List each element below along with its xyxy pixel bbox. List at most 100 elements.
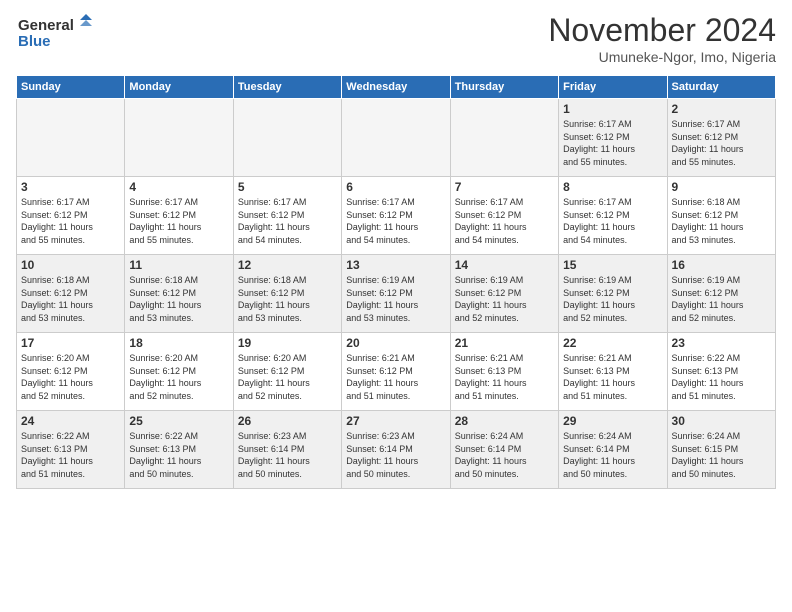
day-detail: Sunrise: 6:17 AM Sunset: 6:12 PM Dayligh… [455, 196, 554, 246]
day-number: 17 [21, 336, 120, 350]
day-number: 30 [672, 414, 771, 428]
calendar-cell: 1 Sunrise: 6:17 AM Sunset: 6:12 PM Daylig… [559, 99, 667, 177]
logo: General Blue [16, 12, 96, 61]
day-detail: Sunrise: 6:17 AM Sunset: 6:12 PM Dayligh… [238, 196, 337, 246]
location: Umuneke-Ngor, Imo, Nigeria [548, 49, 776, 65]
day-number: 10 [21, 258, 120, 272]
day-number: 19 [238, 336, 337, 350]
day-number: 27 [346, 414, 445, 428]
day-detail: Sunrise: 6:20 AM Sunset: 6:12 PM Dayligh… [129, 352, 228, 402]
calendar-cell: 18 Sunrise: 6:20 AM Sunset: 6:12 PM Dayli… [125, 333, 233, 411]
day-number: 5 [238, 180, 337, 194]
calendar-week-row: 24 Sunrise: 6:22 AM Sunset: 6:13 PM Dayli… [17, 411, 776, 489]
calendar-cell: 26 Sunrise: 6:23 AM Sunset: 6:14 PM Dayli… [233, 411, 341, 489]
calendar-cell: 5 Sunrise: 6:17 AM Sunset: 6:12 PM Daylig… [233, 177, 341, 255]
day-number: 26 [238, 414, 337, 428]
day-number: 21 [455, 336, 554, 350]
calendar-week-row: 10 Sunrise: 6:18 AM Sunset: 6:12 PM Dayli… [17, 255, 776, 333]
calendar-cell: 20Sunrise: 6:21 AM Sunset: 6:12 PM Dayli… [342, 333, 450, 411]
day-number: 9 [672, 180, 771, 194]
calendar-week-row: 3 Sunrise: 6:17 AM Sunset: 6:12 PM Daylig… [17, 177, 776, 255]
calendar-cell: 28 Sunrise: 6:24 AM Sunset: 6:14 PM Dayli… [450, 411, 558, 489]
calendar-cell: 24 Sunrise: 6:22 AM Sunset: 6:13 PM Dayli… [17, 411, 125, 489]
day-number: 24 [21, 414, 120, 428]
day-detail: Sunrise: 6:17 AM Sunset: 6:12 PM Dayligh… [563, 196, 662, 246]
day-number: 28 [455, 414, 554, 428]
day-detail: Sunrise: 6:23 AM Sunset: 6:14 PM Dayligh… [238, 430, 337, 480]
calendar-cell: 17Sunrise: 6:20 AM Sunset: 6:12 PM Dayli… [17, 333, 125, 411]
calendar-cell: 9 Sunrise: 6:18 AM Sunset: 6:12 PM Daylig… [667, 177, 775, 255]
month-title: November 2024 [548, 12, 776, 49]
weekday-header: Saturday [667, 76, 775, 99]
day-number: 11 [129, 258, 228, 272]
calendar-cell: 13 Sunrise: 6:19 AM Sunset: 6:12 PM Dayli… [342, 255, 450, 333]
day-detail: Sunrise: 6:24 AM Sunset: 6:15 PM Dayligh… [672, 430, 771, 480]
calendar-container: General Blue November 2024 Umuneke-Ngor,… [0, 0, 792, 497]
day-detail: Sunrise: 6:24 AM Sunset: 6:14 PM Dayligh… [563, 430, 662, 480]
day-number: 23 [672, 336, 771, 350]
calendar-cell: 25Sunrise: 6:22 AM Sunset: 6:13 PM Dayli… [125, 411, 233, 489]
svg-text:General: General [18, 17, 74, 34]
day-detail: Sunrise: 6:19 AM Sunset: 6:12 PM Dayligh… [346, 274, 445, 324]
day-number: 16 [672, 258, 771, 272]
calendar-cell [17, 99, 125, 177]
weekday-header: Monday [125, 76, 233, 99]
weekday-header: Sunday [17, 76, 125, 99]
calendar-cell: 2 Sunrise: 6:17 AM Sunset: 6:12 PM Daylig… [667, 99, 775, 177]
weekday-header-row: SundayMondayTuesdayWednesdayThursdayFrid… [17, 76, 776, 99]
calendar-cell: 7Sunrise: 6:17 AM Sunset: 6:12 PM Daylig… [450, 177, 558, 255]
day-detail: Sunrise: 6:23 AM Sunset: 6:14 PM Dayligh… [346, 430, 445, 480]
calendar-cell: 11Sunrise: 6:18 AM Sunset: 6:12 PM Dayli… [125, 255, 233, 333]
day-detail: Sunrise: 6:19 AM Sunset: 6:12 PM Dayligh… [672, 274, 771, 324]
logo-icon: General Blue [16, 12, 96, 56]
weekday-header: Friday [559, 76, 667, 99]
calendar-cell: 27 Sunrise: 6:23 AM Sunset: 6:14 PM Dayli… [342, 411, 450, 489]
calendar-cell: 4Sunrise: 6:17 AM Sunset: 6:12 PM Daylig… [125, 177, 233, 255]
calendar-week-row: 17 Sunrise: 6:20 AM Sunset: 6:12 PM Dayli… [17, 333, 776, 411]
weekday-header: Wednesday [342, 76, 450, 99]
day-detail: Sunrise: 6:18 AM Sunset: 6:12 PM Dayligh… [21, 274, 120, 324]
weekday-header: Thursday [450, 76, 558, 99]
day-number: 29 [563, 414, 662, 428]
day-number: 6 [346, 180, 445, 194]
day-detail: Sunrise: 6:22 AM Sunset: 6:13 PM Dayligh… [672, 352, 771, 402]
day-number: 2 [672, 102, 771, 116]
calendar-cell: 22Sunrise: 6:21 AM Sunset: 6:13 PM Dayli… [559, 333, 667, 411]
calendar-cell: 8Sunrise: 6:17 AM Sunset: 6:12 PM Daylig… [559, 177, 667, 255]
calendar-cell: 10 Sunrise: 6:18 AM Sunset: 6:12 PM Dayli… [17, 255, 125, 333]
calendar-cell: 16 Sunrise: 6:19 AM Sunset: 6:12 PM Dayli… [667, 255, 775, 333]
header: General Blue November 2024 Umuneke-Ngor,… [16, 12, 776, 65]
calendar-cell: 30 Sunrise: 6:24 AM Sunset: 6:15 PM Dayli… [667, 411, 775, 489]
calendar-cell [125, 99, 233, 177]
day-number: 18 [129, 336, 228, 350]
day-detail: Sunrise: 6:22 AM Sunset: 6:13 PM Dayligh… [21, 430, 120, 480]
calendar-table: SundayMondayTuesdayWednesdayThursdayFrid… [16, 75, 776, 489]
calendar-cell [342, 99, 450, 177]
day-detail: Sunrise: 6:19 AM Sunset: 6:12 PM Dayligh… [563, 274, 662, 324]
calendar-cell: 14 Sunrise: 6:19 AM Sunset: 6:12 PM Dayli… [450, 255, 558, 333]
day-number: 22 [563, 336, 662, 350]
calendar-cell: 6 Sunrise: 6:17 AM Sunset: 6:12 PM Daylig… [342, 177, 450, 255]
svg-text:Blue: Blue [18, 33, 51, 50]
calendar-cell: 23 Sunrise: 6:22 AM Sunset: 6:13 PM Dayli… [667, 333, 775, 411]
day-detail: Sunrise: 6:17 AM Sunset: 6:12 PM Dayligh… [672, 118, 771, 168]
weekday-header: Tuesday [233, 76, 341, 99]
day-detail: Sunrise: 6:17 AM Sunset: 6:12 PM Dayligh… [21, 196, 120, 246]
calendar-cell: 3 Sunrise: 6:17 AM Sunset: 6:12 PM Daylig… [17, 177, 125, 255]
day-detail: Sunrise: 6:17 AM Sunset: 6:12 PM Dayligh… [563, 118, 662, 168]
day-number: 12 [238, 258, 337, 272]
day-detail: Sunrise: 6:18 AM Sunset: 6:12 PM Dayligh… [238, 274, 337, 324]
title-block: November 2024 Umuneke-Ngor, Imo, Nigeria [548, 12, 776, 65]
day-detail: Sunrise: 6:18 AM Sunset: 6:12 PM Dayligh… [672, 196, 771, 246]
day-number: 3 [21, 180, 120, 194]
day-detail: Sunrise: 6:21 AM Sunset: 6:13 PM Dayligh… [455, 352, 554, 402]
day-number: 1 [563, 102, 662, 116]
day-detail: Sunrise: 6:24 AM Sunset: 6:14 PM Dayligh… [455, 430, 554, 480]
day-number: 14 [455, 258, 554, 272]
day-number: 13 [346, 258, 445, 272]
calendar-cell [450, 99, 558, 177]
day-detail: Sunrise: 6:19 AM Sunset: 6:12 PM Dayligh… [455, 274, 554, 324]
day-detail: Sunrise: 6:17 AM Sunset: 6:12 PM Dayligh… [346, 196, 445, 246]
calendar-cell: 29 Sunrise: 6:24 AM Sunset: 6:14 PM Dayli… [559, 411, 667, 489]
day-number: 15 [563, 258, 662, 272]
